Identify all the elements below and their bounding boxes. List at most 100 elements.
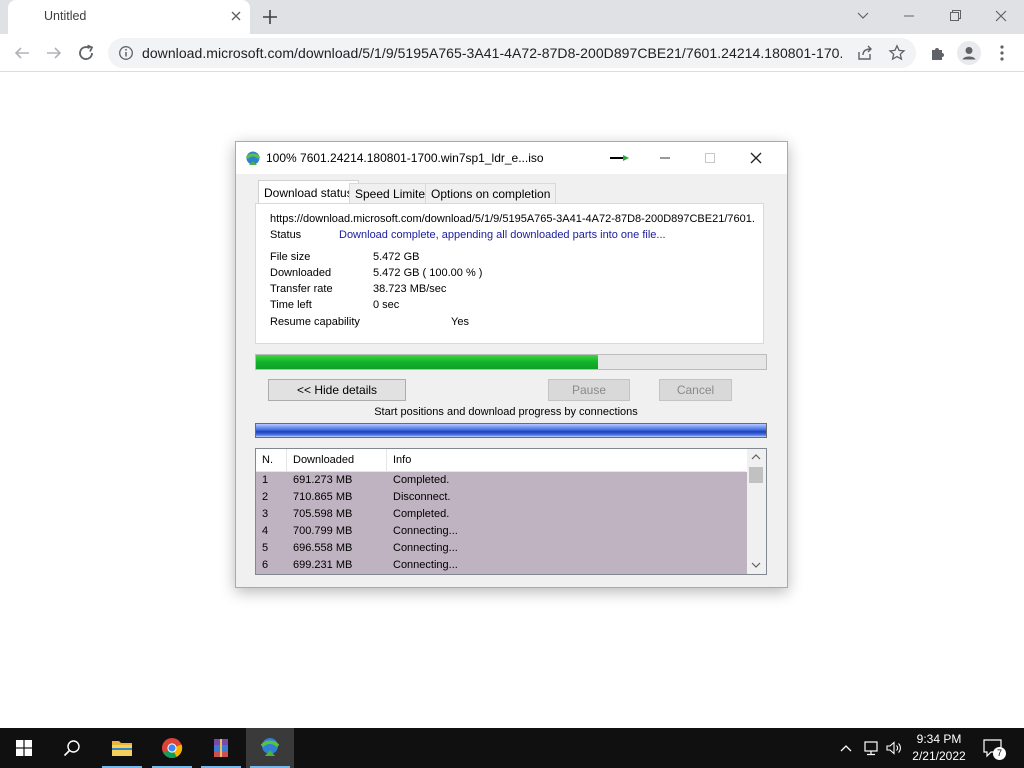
connection-info: Connecting...: [393, 559, 458, 571]
minimize-icon[interactable]: [894, 3, 924, 29]
status-value: Download complete, appending all downloa…: [339, 229, 666, 241]
connection-number: 2: [262, 491, 269, 503]
transfer-rate-value: 38.723 MB/sec: [373, 283, 447, 295]
cancel-button[interactable]: Cancel: [659, 379, 732, 401]
idm-app-icon: [245, 151, 261, 165]
address-bar[interactable]: download.microsoft.com/download/5/1/9/51…: [108, 38, 916, 68]
taskbar-chrome[interactable]: [148, 728, 196, 768]
clock-time: 9:34 PM: [916, 732, 962, 746]
dialog-title-bar[interactable]: 100% 7601.24214.180801-1700.win7sp1_ldr_…: [236, 142, 787, 174]
time-left-value: 0 sec: [373, 299, 400, 311]
profile-icon: [958, 42, 980, 64]
tab-label: Options on completion: [431, 187, 551, 201]
search-button[interactable]: [48, 728, 96, 768]
connections-rows: 1 691.273 MB Completed. 2 710.865 MB Disconne…: [256, 472, 747, 574]
reload-icon[interactable]: [74, 41, 98, 65]
url-text[interactable]: download.microsoft.com/download/5/1/9/51…: [142, 45, 842, 61]
time-left-label: Time left: [270, 299, 312, 311]
file-size-value: 5.472 GB: [373, 251, 420, 263]
resume-capability-label: Resume capability: [270, 316, 360, 328]
connection-downloaded: 699.231 MB: [293, 559, 353, 571]
browser-tab[interactable]: Untitled: [8, 0, 250, 34]
connections-progress-bar: [255, 423, 767, 438]
column-header-downloaded[interactable]: Downloaded: [287, 449, 387, 472]
column-header-info[interactable]: Info: [387, 449, 746, 472]
download-progress-bar: [255, 354, 767, 370]
table-row[interactable]: 2 710.865 MB Disconnect.: [256, 489, 747, 506]
volume-icon[interactable]: [885, 739, 903, 757]
file-size-label: File size: [270, 251, 311, 263]
tab-speed-limiter[interactable]: Speed Limiter: [349, 183, 436, 203]
column-header-n[interactable]: N.: [256, 449, 287, 472]
connection-info: Completed.: [393, 508, 450, 520]
forward-icon[interactable]: [42, 41, 66, 65]
downloaded-label: Downloaded: [270, 267, 332, 279]
new-tab-icon[interactable]: [258, 5, 282, 29]
start-button[interactable]: [0, 728, 48, 768]
system-clock[interactable]: 9:34 PM 2/21/2022: [905, 731, 973, 765]
show-hidden-icons-icon[interactable]: [838, 740, 854, 756]
table-row[interactable]: 6 699.231 MB Connecting...: [256, 557, 747, 574]
connections-caption: Start positions and download progress by…: [374, 406, 638, 418]
pause-button[interactable]: Pause: [548, 379, 630, 401]
hide-details-button[interactable]: << Hide details: [268, 379, 406, 401]
browser-toolbar: download.microsoft.com/download/5/1/9/51…: [0, 34, 1024, 72]
windows-logo-icon: [16, 740, 32, 756]
connections-scrollbar[interactable]: [747, 449, 766, 574]
connection-number: 4: [262, 525, 269, 537]
network-icon[interactable]: [862, 739, 880, 757]
site-info-icon[interactable]: [118, 45, 134, 61]
connection-number: 5: [262, 542, 269, 554]
dialog-minimize-icon[interactable]: [653, 148, 677, 168]
connection-downloaded: 705.598 MB: [293, 508, 353, 520]
share-icon[interactable]: [856, 44, 874, 62]
tab-title: Untitled: [44, 9, 87, 23]
connections-list[interactable]: N. Downloaded Info 1 691.273 MB Completed.…: [255, 448, 767, 575]
download-status-panel: https://download.microsoft.com/download/…: [255, 203, 764, 344]
table-row[interactable]: 3 705.598 MB Completed.: [256, 506, 747, 523]
dialog-maximize-icon: [705, 153, 715, 163]
back-icon[interactable]: [10, 41, 34, 65]
connection-number: 6: [262, 559, 269, 571]
scroll-down-icon[interactable]: [750, 560, 762, 570]
dialog-close-icon[interactable]: [744, 148, 768, 168]
tab-options-on-completion[interactable]: Options on completion: [425, 183, 557, 203]
connection-info: Connecting...: [393, 525, 458, 537]
taskbar-file-explorer[interactable]: [98, 728, 146, 768]
download-url: https://download.microsoft.com/download/…: [270, 213, 755, 225]
idm-app-icon: [260, 738, 280, 756]
scroll-up-icon[interactable]: [750, 452, 762, 462]
dialog-title: 100% 7601.24214.180801-1700.win7sp1_ldr_…: [266, 151, 544, 165]
connection-downloaded: 696.558 MB: [293, 542, 353, 554]
restore-icon[interactable]: [940, 3, 970, 29]
tab-close-icon[interactable]: [226, 6, 246, 26]
scrollbar-thumb[interactable]: [749, 467, 763, 483]
connection-number: 3: [262, 508, 269, 520]
bookmark-star-icon[interactable]: [888, 44, 906, 62]
download-progress-dialog: 100% 7601.24214.180801-1700.win7sp1_ldr_…: [235, 141, 788, 588]
progress-bar-fill: [256, 355, 598, 369]
taskbar-archive-app[interactable]: [197, 728, 245, 768]
table-row[interactable]: 4 700.799 MB Connecting...: [256, 523, 747, 540]
action-center-button[interactable]: 7: [982, 738, 1006, 760]
tab-label: Download status: [264, 186, 353, 200]
menu-kebab-icon[interactable]: [990, 41, 1014, 65]
table-row[interactable]: 5 696.558 MB Connecting...: [256, 540, 747, 557]
resume-capability-value: Yes: [451, 316, 469, 328]
connection-info: Completed.: [393, 474, 450, 486]
close-window-icon[interactable]: [986, 3, 1016, 29]
connection-downloaded: 700.799 MB: [293, 525, 353, 537]
chrome-icon: [162, 738, 183, 758]
taskbar-idm[interactable]: [246, 728, 294, 768]
tab-download-status[interactable]: Download status: [258, 180, 359, 204]
archive-books-icon: [214, 739, 228, 757]
minimize-to-tray-icon[interactable]: [608, 148, 632, 168]
extensions-icon[interactable]: [926, 41, 950, 65]
profile-avatar[interactable]: [957, 41, 981, 65]
table-row[interactable]: 1 691.273 MB Completed.: [256, 472, 747, 489]
folder-icon: [112, 741, 132, 756]
tab-search-icon[interactable]: [848, 3, 878, 29]
connection-info: Connecting...: [393, 542, 458, 554]
clock-date: 2/21/2022: [912, 749, 966, 763]
connection-downloaded: 691.273 MB: [293, 474, 353, 486]
